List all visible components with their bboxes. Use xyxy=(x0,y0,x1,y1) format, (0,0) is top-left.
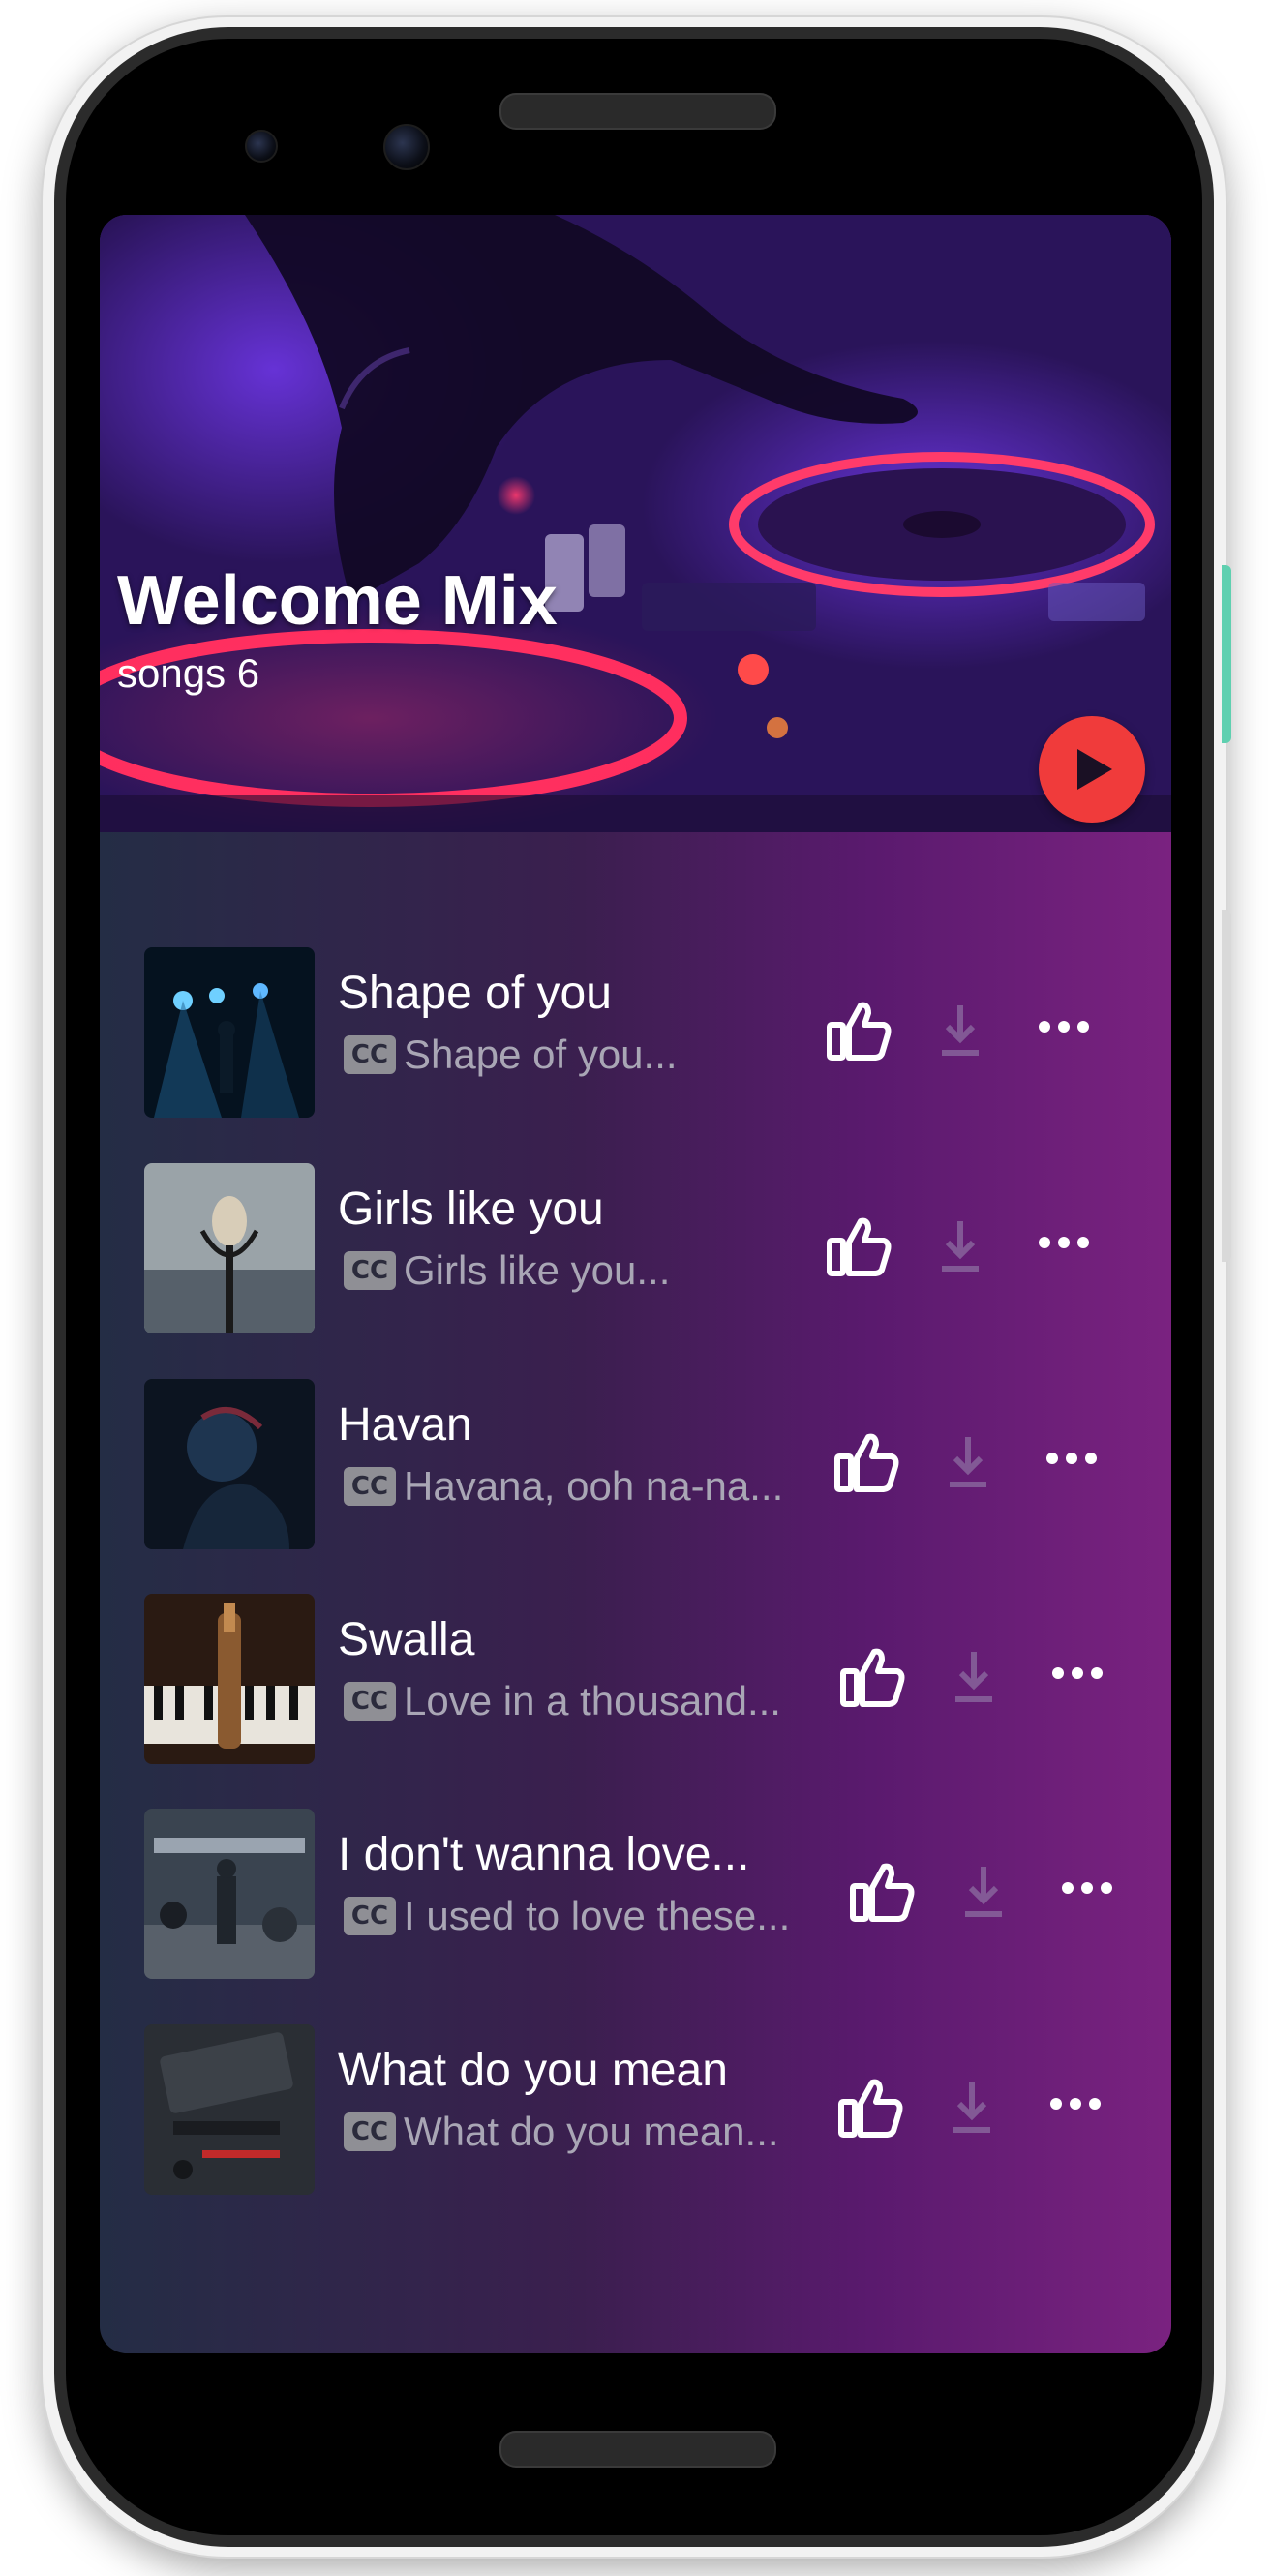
play-icon xyxy=(1077,749,1112,790)
song-subtitle: I used to love these... xyxy=(404,1893,791,1938)
song-lyrics-preview: CC Shape of you... xyxy=(344,1031,678,1079)
song-row[interactable]: Swalla CC Love in a thousand... xyxy=(100,1594,1171,1764)
song-row[interactable]: Shape of you CC Shape of you... xyxy=(100,947,1171,1118)
playlist-title: Welcome Mix xyxy=(117,562,558,640)
more-horizontal-icon[interactable] xyxy=(1046,1449,1097,1468)
closed-captions-icon: CC xyxy=(344,1897,396,1935)
closed-captions-icon: CC xyxy=(344,1251,396,1290)
download-icon[interactable] xyxy=(944,1433,992,1491)
play-playlist-button[interactable] xyxy=(1039,716,1145,823)
front-sensor xyxy=(245,130,278,163)
more-horizontal-icon[interactable] xyxy=(1050,2094,1101,2113)
song-row[interactable]: Girls like you CC Girls like you... xyxy=(100,1163,1171,1333)
thumbs-up-icon[interactable] xyxy=(832,1427,901,1497)
song-title: Swalla xyxy=(338,1614,475,1665)
thumbs-up-icon[interactable] xyxy=(847,1857,917,1927)
thumbs-up-icon[interactable] xyxy=(824,996,893,1065)
song-row[interactable]: I don't wanna love... CC I used to love … xyxy=(100,1809,1171,1979)
song-thumbnail xyxy=(144,1163,315,1333)
song-lyrics-preview: CC Havana, ooh na-na... xyxy=(344,1462,783,1511)
closed-captions-icon: CC xyxy=(344,1467,396,1506)
more-horizontal-icon[interactable] xyxy=(1039,1017,1089,1036)
thumbs-up-icon[interactable] xyxy=(835,2073,905,2142)
song-thumbnail xyxy=(144,947,315,1118)
song-title: What do you mean xyxy=(338,2045,728,2096)
song-lyrics-preview: CC Love in a thousand... xyxy=(344,1677,781,1725)
bottom-speaker xyxy=(499,2431,776,2468)
closed-captions-icon: CC xyxy=(344,1035,396,1074)
more-horizontal-icon[interactable] xyxy=(1052,1663,1103,1683)
download-icon[interactable] xyxy=(948,2079,996,2137)
thumbs-up-icon[interactable] xyxy=(824,1212,893,1281)
song-title: I don't wanna love... xyxy=(338,1829,750,1880)
song-thumbnail xyxy=(144,2024,315,2195)
more-horizontal-icon[interactable] xyxy=(1062,1878,1112,1898)
header-artwork xyxy=(100,215,1171,832)
song-subtitle: Havana, ooh na-na... xyxy=(404,1463,784,1509)
playlist-header: Welcome Mix songs 6 xyxy=(100,215,1171,832)
download-icon[interactable] xyxy=(959,1863,1008,1921)
song-subtitle: What do you mean... xyxy=(404,2109,779,2154)
song-thumbnail xyxy=(144,1809,315,1979)
thumbs-up-icon[interactable] xyxy=(837,1642,907,1712)
song-title: Havan xyxy=(338,1399,472,1451)
song-thumbnail xyxy=(144,1379,315,1549)
closed-captions-icon: CC xyxy=(344,1682,396,1721)
song-lyrics-preview: CC Girls like you... xyxy=(344,1246,670,1295)
song-subtitle: Shape of you... xyxy=(404,1032,678,1077)
download-icon[interactable] xyxy=(936,1002,984,1060)
song-lyrics-preview: CC I used to love these... xyxy=(344,1892,790,1940)
front-camera xyxy=(383,124,430,170)
earpiece-speaker xyxy=(499,93,776,130)
song-subtitle: Love in a thousand... xyxy=(404,1678,781,1723)
song-row[interactable]: Havan CC Havana, ooh na-na... xyxy=(100,1379,1171,1549)
song-subtitle: Girls like you... xyxy=(404,1247,671,1293)
song-thumbnail xyxy=(144,1594,315,1764)
download-icon[interactable] xyxy=(936,1217,984,1275)
download-icon[interactable] xyxy=(950,1648,998,1706)
song-title: Shape of you xyxy=(338,968,612,1019)
song-title: Girls like you xyxy=(338,1183,604,1235)
closed-captions-icon: CC xyxy=(344,2112,396,2151)
more-horizontal-icon[interactable] xyxy=(1039,1233,1089,1252)
app-screen: Welcome Mix songs 6 Shape of you CC Shap… xyxy=(100,215,1171,2353)
song-lyrics-preview: CC What do you mean... xyxy=(344,2108,779,2156)
song-row[interactable]: What do you mean CC What do you mean... xyxy=(100,2024,1171,2195)
power-button xyxy=(1222,565,1231,743)
playlist-song-count: songs 6 xyxy=(117,650,260,696)
volume-button xyxy=(1222,910,1231,1262)
